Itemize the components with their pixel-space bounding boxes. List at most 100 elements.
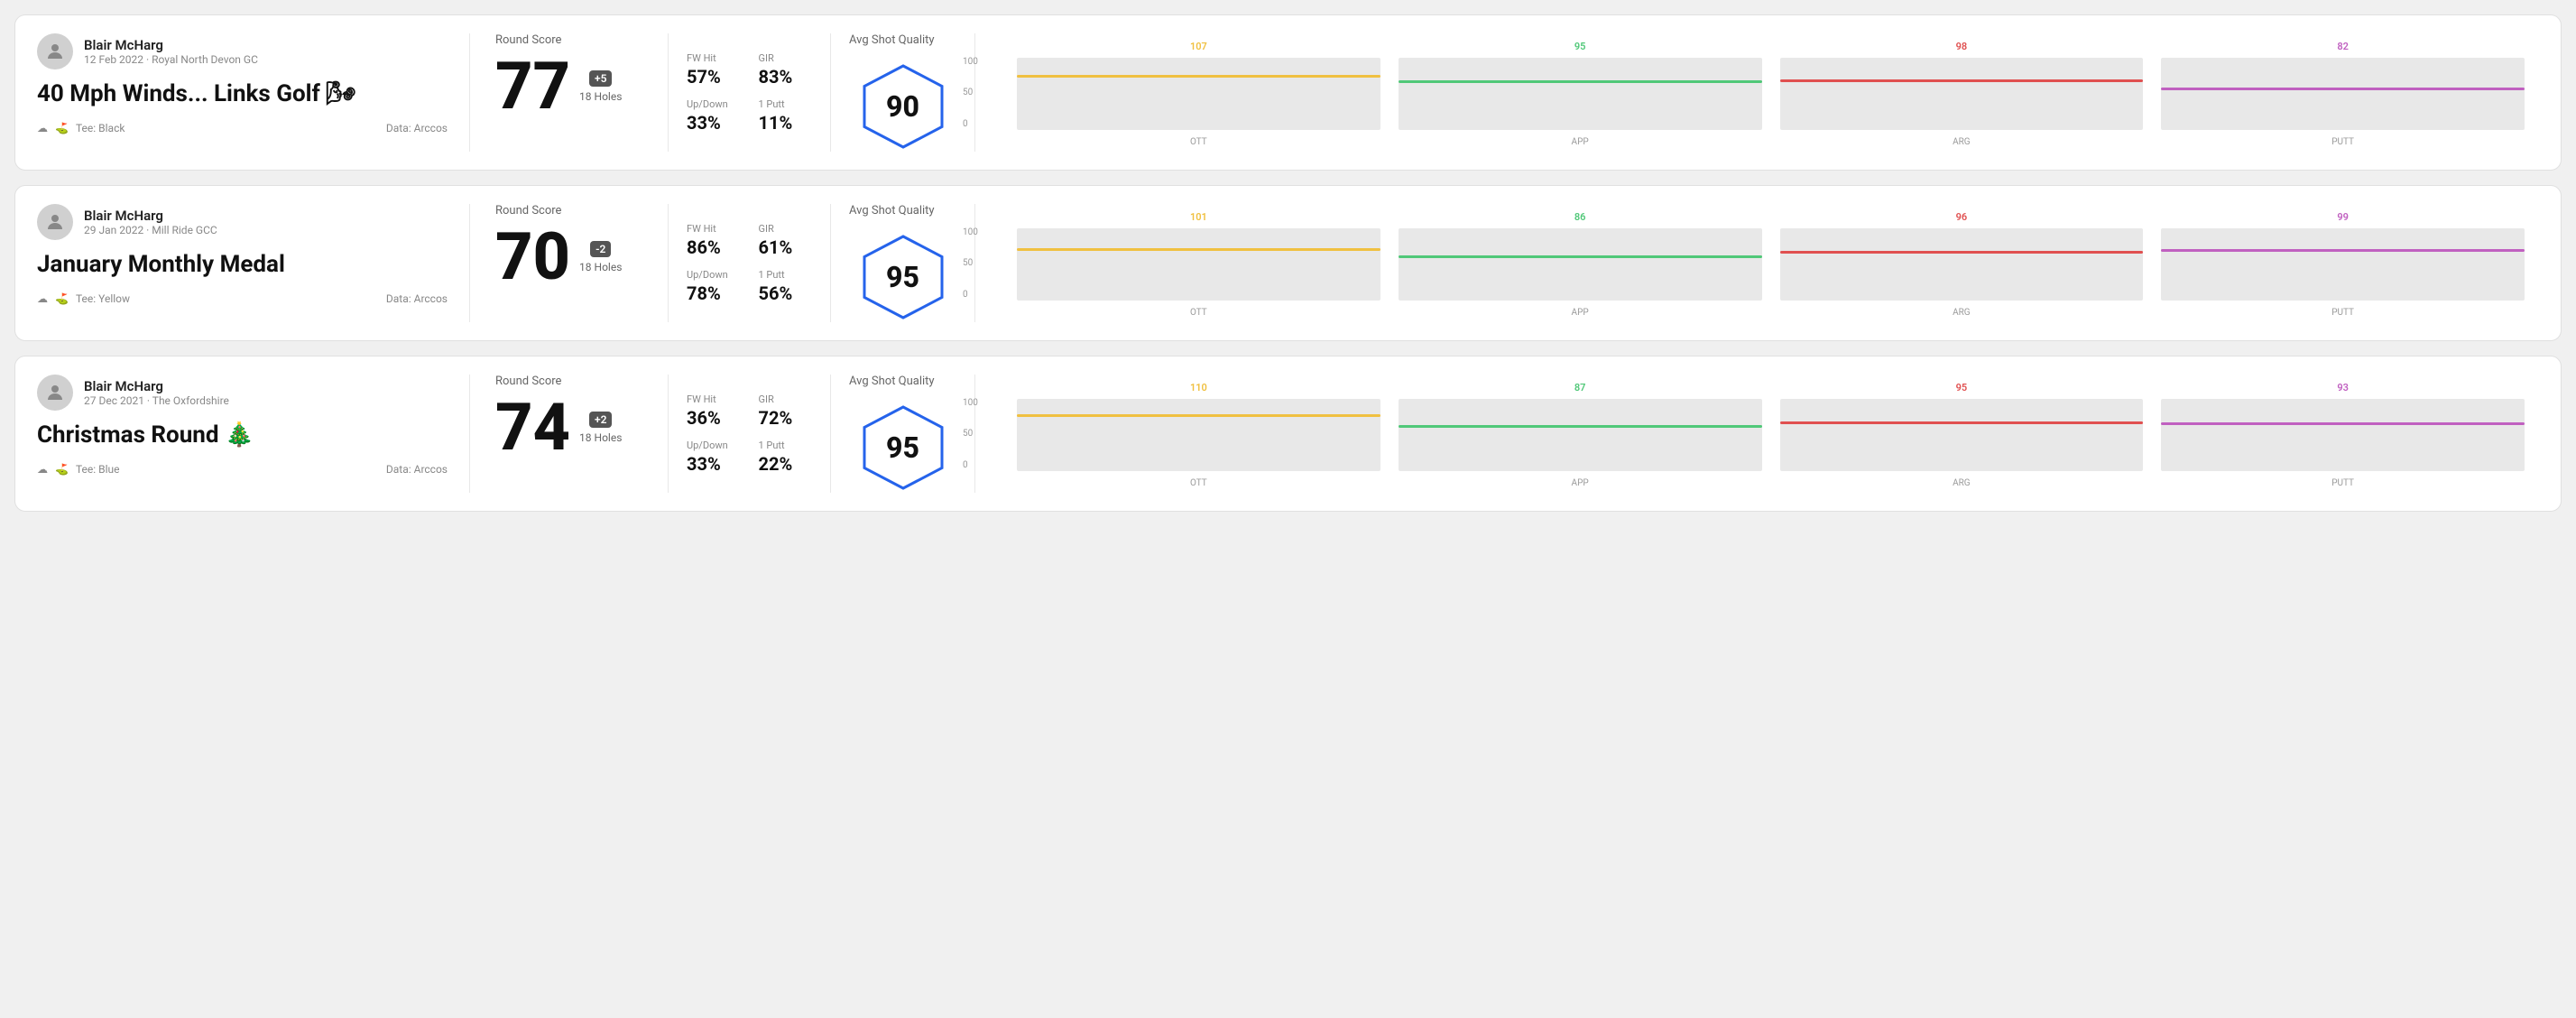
hexagon: 95 bbox=[858, 403, 948, 493]
user-row: Blair McHarg 12 Feb 2022 · Royal North D… bbox=[37, 33, 448, 69]
bar-bg-arg bbox=[1780, 399, 2144, 471]
score-big: 77 bbox=[495, 54, 570, 119]
fw-hit-label: FW Hit bbox=[687, 223, 741, 235]
stat-group: FW Hit 36% GIR 72% Up/Down 33% 1 Putt 22… bbox=[687, 393, 812, 475]
user-meta: 12 Feb 2022 · Royal North Devon GC bbox=[84, 53, 258, 66]
user-icon bbox=[44, 382, 66, 403]
updown-label: Up/Down bbox=[687, 98, 741, 110]
bar-bg-putt bbox=[2161, 58, 2525, 130]
hexagon: 95 bbox=[858, 232, 948, 322]
tee-label: Tee: Yellow bbox=[76, 292, 130, 305]
card-stats: FW Hit 86% GIR 61% Up/Down 78% 1 Putt 56… bbox=[669, 204, 831, 322]
chart-wrapper: 100 50 0 101 OTT 86 bbox=[990, 209, 2525, 318]
round-title: Christmas Round 🎄 bbox=[37, 421, 448, 449]
bar-chart: 107 OTT 95 APP 98 bbox=[1017, 39, 2525, 147]
user-row: Blair McHarg 27 Dec 2021 · The Oxfordshi… bbox=[37, 375, 448, 411]
card-chart: 100 50 0 101 OTT 86 bbox=[975, 204, 2539, 322]
stat-oneputt: 1 Putt 56% bbox=[759, 269, 813, 304]
holes-label: 18 Holes bbox=[579, 261, 622, 273]
weather-icon: ☁ bbox=[37, 463, 48, 476]
user-info: Blair McHarg 27 Dec 2021 · The Oxfordshi… bbox=[84, 378, 229, 407]
user-icon bbox=[44, 41, 66, 62]
bar-value-putt: 99 bbox=[2337, 211, 2349, 223]
score-badge: +5 18 Holes bbox=[579, 70, 622, 103]
bar-axis-putt: PUTT bbox=[2331, 478, 2354, 488]
stat-updown: Up/Down 78% bbox=[687, 269, 741, 304]
bar-col-app: 86 APP bbox=[1399, 211, 1762, 318]
score-big: 70 bbox=[495, 225, 570, 290]
oneputt-value: 56% bbox=[759, 282, 813, 304]
holes-label: 18 Holes bbox=[579, 90, 622, 103]
hexagon-container: 95 bbox=[849, 232, 956, 322]
y-label-100: 100 bbox=[963, 227, 978, 237]
bar-wrapper-ott bbox=[1017, 228, 1380, 301]
bar-wrapper-putt bbox=[2161, 228, 2525, 301]
y-label-0: 0 bbox=[963, 290, 978, 300]
user-row: Blair McHarg 29 Jan 2022 · Mill Ride GCC bbox=[37, 204, 448, 240]
card-chart: 100 50 0 110 OTT 87 bbox=[975, 375, 2539, 493]
bar-bg-app bbox=[1399, 399, 1762, 471]
score-row: 77 +5 18 Holes bbox=[495, 54, 642, 119]
stat-updown: Up/Down 33% bbox=[687, 440, 741, 475]
y-label-100: 100 bbox=[963, 57, 978, 67]
bar-marker-arg bbox=[1780, 79, 2144, 82]
bag-icon: ⛳ bbox=[55, 292, 69, 305]
bar-marker-app bbox=[1399, 80, 1762, 83]
oneputt-label: 1 Putt bbox=[759, 98, 813, 110]
bar-col-app: 95 APP bbox=[1399, 41, 1762, 147]
chart-y-labels: 100 50 0 bbox=[963, 398, 978, 470]
avg-shot-label: Avg Shot Quality bbox=[849, 204, 935, 217]
y-label-50: 50 bbox=[963, 429, 978, 439]
updown-value: 33% bbox=[687, 453, 741, 475]
bar-wrapper-ott bbox=[1017, 58, 1380, 130]
user-meta: 29 Jan 2022 · Mill Ride GCC bbox=[84, 224, 217, 236]
score-diff-badge: +5 bbox=[589, 70, 612, 87]
y-label-0: 0 bbox=[963, 460, 978, 470]
gir-label: GIR bbox=[759, 223, 813, 235]
bar-marker-arg bbox=[1780, 421, 2144, 424]
bar-col-putt: 82 PUTT bbox=[2161, 41, 2525, 147]
bar-bg-putt bbox=[2161, 228, 2525, 301]
hexagon-score: 90 bbox=[886, 89, 919, 124]
score-diff-badge: +2 bbox=[589, 412, 612, 428]
round-score-label: Round Score bbox=[495, 33, 642, 47]
round-card: Blair McHarg 29 Jan 2022 · Mill Ride GCC… bbox=[14, 185, 2562, 341]
card-middle: Round Score 74 +2 18 Holes bbox=[470, 375, 669, 493]
stat-gir: GIR 83% bbox=[759, 52, 813, 88]
tee-label: Tee: Black bbox=[76, 122, 125, 134]
gir-label: GIR bbox=[759, 52, 813, 64]
bar-axis-ott: OTT bbox=[1190, 137, 1207, 147]
stat-oneputt: 1 Putt 22% bbox=[759, 440, 813, 475]
bar-wrapper-putt bbox=[2161, 58, 2525, 130]
bar-bg-ott bbox=[1017, 228, 1380, 301]
bar-value-ott: 110 bbox=[1190, 382, 1207, 393]
hexagon-container: 90 bbox=[849, 61, 956, 152]
bar-col-ott: 101 OTT bbox=[1017, 211, 1380, 318]
bar-wrapper-arg bbox=[1780, 399, 2144, 471]
bar-value-arg: 95 bbox=[1956, 382, 1968, 393]
bar-wrapper-arg bbox=[1780, 228, 2144, 301]
fw-hit-value: 36% bbox=[687, 407, 741, 429]
score-big: 74 bbox=[495, 395, 570, 460]
bar-wrapper-app bbox=[1399, 228, 1762, 301]
bar-value-putt: 93 bbox=[2337, 382, 2349, 393]
avatar bbox=[37, 33, 73, 69]
bar-col-putt: 93 PUTT bbox=[2161, 382, 2525, 488]
weather-icon: ☁ bbox=[37, 292, 48, 305]
bar-marker-putt bbox=[2161, 88, 2525, 90]
bar-axis-ott: OTT bbox=[1190, 308, 1207, 318]
bar-axis-putt: PUTT bbox=[2331, 137, 2354, 147]
stat-gir: GIR 61% bbox=[759, 223, 813, 258]
data-source: Data: Arccos bbox=[386, 292, 448, 305]
bar-value-arg: 98 bbox=[1956, 41, 1968, 52]
chart-y-labels: 100 50 0 bbox=[963, 227, 978, 300]
bar-axis-arg: ARG bbox=[1953, 308, 1971, 318]
round-title: 40 Mph Winds... Links Golf 🌬 bbox=[37, 80, 448, 107]
bar-wrapper-putt bbox=[2161, 399, 2525, 471]
stat-fw-hit: FW Hit 86% bbox=[687, 223, 741, 258]
bar-axis-app: APP bbox=[1572, 137, 1589, 147]
stat-fw-hit: FW Hit 36% bbox=[687, 393, 741, 429]
round-card: Blair McHarg 12 Feb 2022 · Royal North D… bbox=[14, 14, 2562, 171]
fw-hit-value: 57% bbox=[687, 66, 741, 88]
bar-marker-ott bbox=[1017, 248, 1380, 251]
